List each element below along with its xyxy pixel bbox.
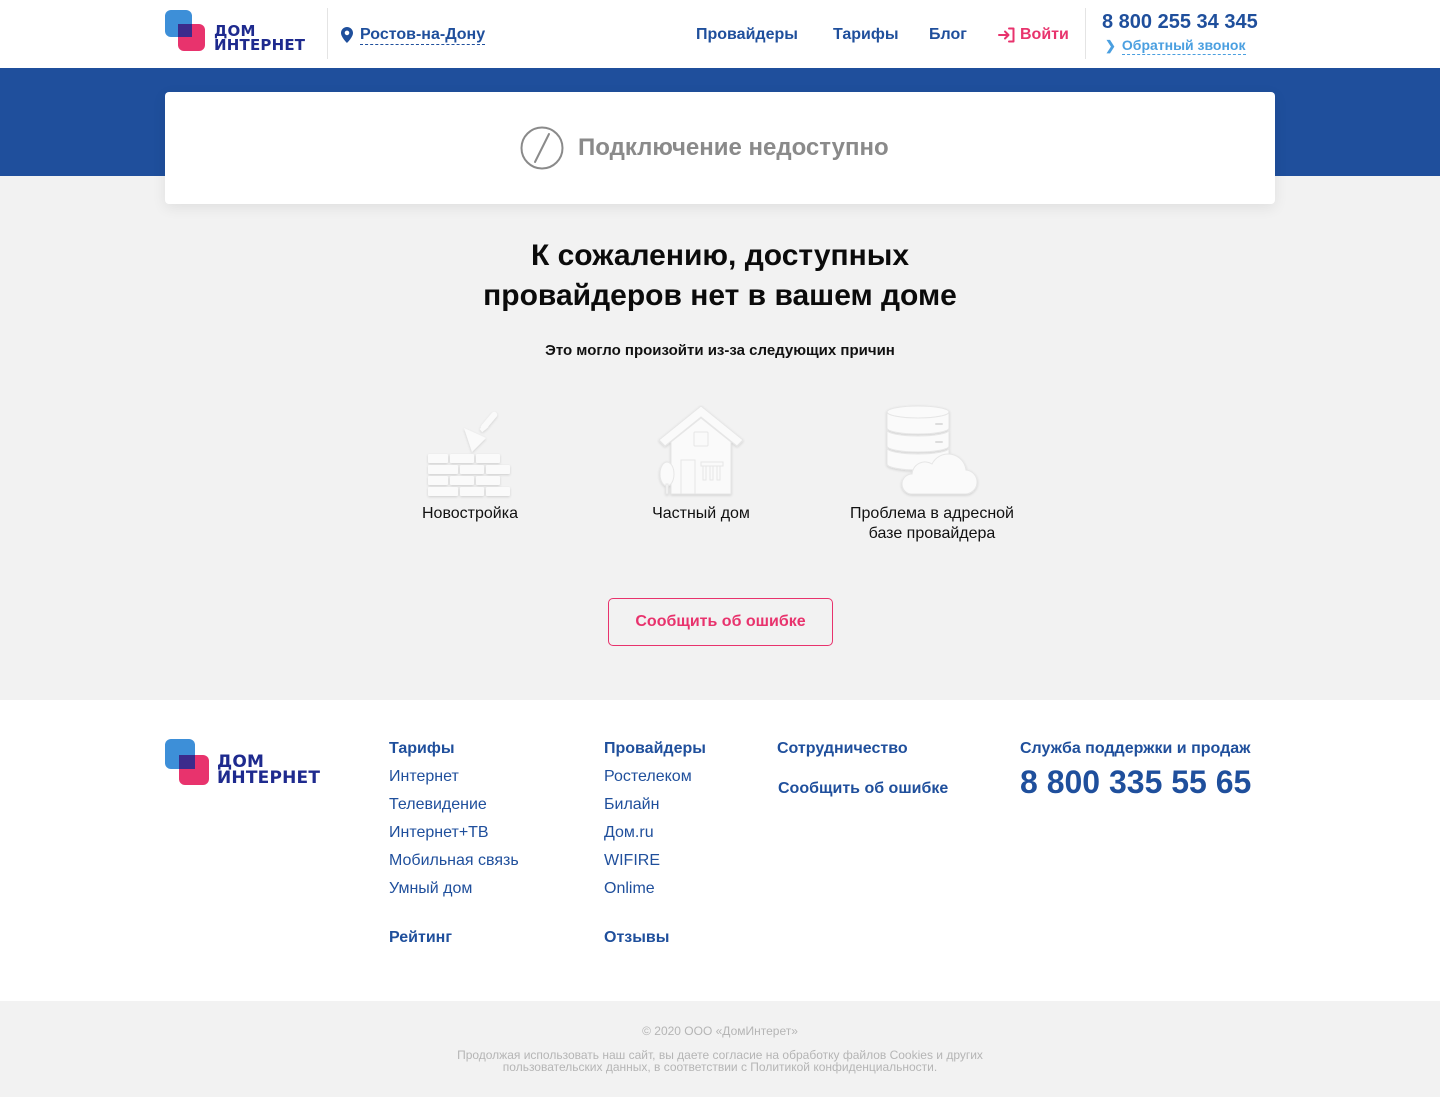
database-cloud-icon <box>886 405 978 495</box>
header-divider <box>327 8 328 59</box>
site-footer: ДОМ ИНТЕРНЕТ Тарифы Интернет Телевидение… <box>0 700 1440 1001</box>
footer-link-beeline[interactable]: Билайн <box>604 795 706 815</box>
logo-text-line2: ИНТЕРНЕТ <box>217 768 321 788</box>
footer-link-wifire[interactable]: WIFIRE <box>604 851 706 871</box>
footer-cooperation-link[interactable]: Сотрудничество <box>777 739 908 759</box>
footer-link-smart-home[interactable]: Умный дом <box>389 879 519 899</box>
report-error-button[interactable]: Сообщить об ошибке <box>608 598 833 646</box>
status-card: Подключение недоступно <box>165 92 1275 204</box>
reason-label-line1: Проблема в адресной <box>850 505 1014 522</box>
footer-link-rostelecom[interactable]: Ростелеком <box>604 767 706 787</box>
callback-link[interactable]: ❯ Обратный звонок <box>1105 37 1246 55</box>
footer-tariffs-heading[interactable]: Тарифы <box>389 739 519 759</box>
logo-square-overlap <box>178 24 192 37</box>
login-label: Войти <box>1020 26 1069 43</box>
city-name[interactable]: Ростов-на-Дону <box>360 25 486 45</box>
reason-label: Новостройка <box>422 505 518 522</box>
footer-providers-column: Провайдеры Ростелеком Билайн Дом.ru WIFI… <box>604 739 706 899</box>
page-title-line1: К сожалению, доступных <box>530 239 910 272</box>
nav-blog[interactable]: Блог <box>929 25 967 45</box>
cookie-notice-line2: пользовательских данных, в соответствии … <box>502 1060 938 1074</box>
unavailable-icon <box>520 126 564 170</box>
footer-reviews-link[interactable]: Отзывы <box>604 928 669 948</box>
support-label: Служба поддержки и продаж <box>1020 740 1251 757</box>
footer-link-internet[interactable]: Интернет <box>389 767 519 787</box>
header-phone[interactable]: 8 800 255 34 345 <box>1102 10 1258 34</box>
status-message: Подключение недоступно <box>578 134 889 161</box>
chevron-right-icon: ❯ <box>1105 38 1116 53</box>
page-subtitle: Это могло произойти из-за следующих прич… <box>545 342 895 359</box>
footer-link-mobile[interactable]: Мобильная связь <box>389 851 519 871</box>
location-pin-icon <box>341 27 353 43</box>
footer-link-onlime[interactable]: Onlime <box>604 879 706 899</box>
site-logo[interactable]: ДОМ ИНТЕРНЕТ <box>165 10 315 54</box>
footer-link-domru[interactable]: Дом.ru <box>604 823 706 843</box>
header-divider-right <box>1085 8 1086 59</box>
site-header: ДОМ ИНТЕРНЕТ Ростов-на-Дону Провайдеры Т… <box>0 0 1440 68</box>
copyright-text: © 2020 ООО «ДомИнтерет» <box>642 1024 798 1038</box>
brick-trowel-icon <box>428 411 510 496</box>
footer-link-internet-tv[interactable]: Интернет+ТВ <box>389 823 519 843</box>
login-button[interactable]: Войти <box>998 25 1069 45</box>
logo-text-line2: ИНТЕРНЕТ <box>214 36 306 54</box>
footer-providers-heading[interactable]: Провайдеры <box>604 739 706 759</box>
callback-label: Обратный звонок <box>1121 37 1246 55</box>
support-phone[interactable]: 8 800 335 55 65 <box>1020 763 1251 801</box>
reason-label-line2: базе провайдера <box>868 525 996 542</box>
page-title-line2: провайдеров нет в вашем доме <box>483 279 957 312</box>
private-house-icon <box>658 405 744 495</box>
footer-tariffs-column: Тарифы Интернет Телевидение Интернет+ТВ … <box>389 739 519 899</box>
nav-providers[interactable]: Провайдеры <box>696 25 798 45</box>
reason-label: Частный дом <box>652 505 750 522</box>
footer-logo[interactable]: ДОМ ИНТЕРНЕТ <box>165 739 330 787</box>
city-selector[interactable]: Ростов-на-Дону <box>341 25 486 45</box>
cookie-notice: Продолжая использовать наш сайт, вы дает… <box>430 1049 1010 1073</box>
page-title: К сожалению, доступных провайдеров нет в… <box>0 236 1440 316</box>
footer-link-tv[interactable]: Телевидение <box>389 795 519 815</box>
nav-tariffs[interactable]: Тарифы <box>833 25 899 45</box>
logo-square-overlap <box>179 755 195 769</box>
footer-report-error-link[interactable]: Сообщить об ошибке <box>778 779 948 799</box>
footer-rating-link[interactable]: Рейтинг <box>389 928 452 948</box>
login-arrow-icon <box>998 27 1015 43</box>
reason-label: Проблема в адресной базе провайдера <box>832 504 1032 544</box>
